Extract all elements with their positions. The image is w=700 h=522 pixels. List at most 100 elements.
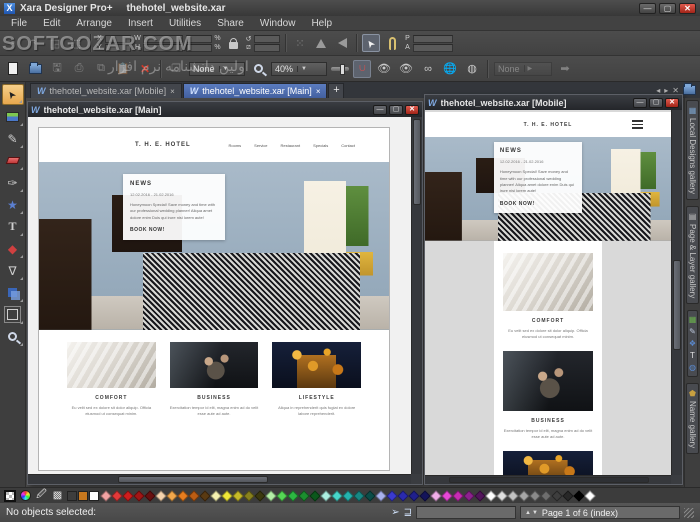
color-swatch[interactable] [221,490,232,501]
designs-folder-icon[interactable] [683,85,696,95]
publish-website-icon[interactable]: 🌐 [441,60,459,78]
local-designs-gallery-tab[interactable]: ▦ Local Designs gallery [686,100,699,200]
shadow-tool[interactable] [2,282,24,303]
nav-rooms[interactable]: Rooms [228,143,241,148]
contour-tool[interactable] [2,304,24,325]
color-swatch[interactable] [562,490,573,501]
name-gallery-tab[interactable]: ⬟ Name gallery [686,383,699,454]
color-swatch[interactable] [320,490,331,501]
shear-input[interactable] [254,44,280,52]
menu-insert[interactable]: Insert [121,17,160,30]
nav-contact[interactable]: Contact [341,143,355,148]
horizontal-scrollbar[interactable] [28,474,411,484]
resize-grip[interactable] [684,508,694,518]
preview-website-icon[interactable]: 👁 [397,60,415,78]
book-now-link[interactable]: BOOK NOW! [130,227,218,233]
lock-aspect-icon[interactable] [224,34,242,52]
status-input[interactable] [416,506,516,519]
maximize-button[interactable]: ▢ [389,105,403,115]
color-swatch[interactable] [551,490,562,501]
color-swatch[interactable] [243,490,254,501]
horizontal-scrollbar[interactable] [425,475,671,484]
main-canvas[interactable]: T. H. E. HOTEL Rooms Service Restaurant … [28,117,411,474]
transparency-tool[interactable]: ∇ [2,260,24,281]
tab-main[interactable]: W thehotel_website.xar [Main] × [183,83,328,98]
scrollbar-thumb[interactable] [118,476,268,483]
color-swatch[interactable] [122,490,133,501]
paperclip-icon[interactable] [383,34,401,52]
color-swatch[interactable] [78,491,88,501]
p-input[interactable] [413,35,453,43]
color-swatch[interactable] [210,490,221,501]
flip-horizontal-icon[interactable] [333,34,351,52]
flip-vertical-icon[interactable] [312,34,330,52]
menu-share[interactable]: Share [210,17,251,30]
color-swatch[interactable] [166,490,177,501]
color-swatch[interactable] [276,490,287,501]
menu-edit[interactable]: Edit [36,17,67,30]
color-swatch[interactable] [430,490,441,501]
menu-arrange[interactable]: Arrange [69,17,119,30]
color-wheel-icon[interactable] [19,489,32,502]
color-swatch[interactable] [397,490,408,501]
minimize-button[interactable]: — [633,98,647,108]
color-swatch[interactable] [441,490,452,501]
color-swatch[interactable] [155,490,166,501]
scrollbar-thumb[interactable] [449,477,649,483]
palette-options-icon[interactable]: ▩ [51,489,64,502]
preview-page-icon[interactable]: 👁 [375,60,393,78]
clipart-gallery-icon[interactable]: ◍ [689,363,697,372]
rotate-input[interactable] [254,35,280,43]
shape-editor-tool[interactable]: ✎ [2,128,24,149]
x-input[interactable] [105,35,131,43]
color-swatch[interactable] [100,490,111,501]
color-swatch[interactable] [507,490,518,501]
color-swatch[interactable] [463,490,474,501]
scrollbar-thumb[interactable] [673,260,681,350]
color-swatch[interactable] [254,490,265,501]
frame-combo[interactable]: None ▼ [189,62,245,76]
color-swatch[interactable] [177,490,188,501]
paste-icon[interactable]: 📋 [114,60,132,78]
color-swatch[interactable] [496,490,507,501]
color-swatch[interactable] [111,490,122,501]
color-swatch[interactable] [287,490,298,501]
color-swatch[interactable] [408,490,419,501]
line-gallery-icon[interactable]: ✎ [689,327,697,336]
fonts-gallery-icon[interactable]: T [689,351,697,360]
web-properties-icon[interactable]: ◍ [463,60,481,78]
snap-to-objects-button[interactable]: ∩ [353,60,371,78]
tab-close-icon[interactable]: × [170,87,175,96]
maximize-button[interactable]: ▢ [649,98,663,108]
delete-icon[interactable]: ✕ [136,60,154,78]
main-window-titlebar[interactable]: W thehotel_website.xar [Main] — ▢ ✕ [28,102,422,117]
height-input[interactable] [143,44,183,52]
color-swatch[interactable] [584,490,595,501]
zoom-tool-icon[interactable] [249,60,267,78]
color-swatch[interactable] [265,490,276,501]
page-layer-gallery-tab[interactable]: ▤ Page & Layer gallery [686,206,699,304]
select-mode-icon[interactable]: ▪ [4,34,22,52]
nav-restaurant[interactable]: Restaurant [281,143,301,148]
mobile-canvas[interactable]: T. H. E. HOTEL NEWS 12.02.2016 - 21.02.2… [425,110,671,475]
menu-file[interactable]: File [4,17,34,30]
vertical-scrollbar[interactable] [411,117,422,474]
y-input[interactable] [105,44,131,52]
color-swatch[interactable] [529,490,540,501]
eraser-tool[interactable] [2,150,24,171]
pen-tool[interactable]: ✑ [2,172,24,193]
color-swatch[interactable] [518,490,529,501]
zoom-combo[interactable]: 40% ▼ [271,62,327,76]
new-document-icon[interactable] [4,60,22,78]
tab-close-icon[interactable]: × [316,87,321,96]
color-swatch[interactable] [298,490,309,501]
menu-help[interactable]: Help [304,17,339,30]
new-tab-button[interactable]: + [328,83,344,98]
color-swatch[interactable] [188,490,199,501]
color-swatch[interactable] [386,490,397,501]
color-swatch[interactable] [331,490,342,501]
eyedropper-icon[interactable]: 🖉 [35,489,48,502]
link-icon[interactable]: ∞ [419,60,437,78]
marquee-select-icon[interactable]: ⬚ [67,34,85,52]
selector-tool-button[interactable]: ➤ [362,34,380,52]
